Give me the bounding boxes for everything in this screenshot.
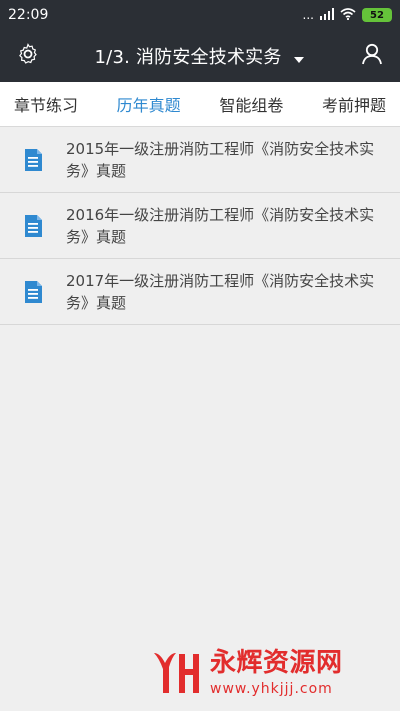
signal-dots-icon: ... bbox=[302, 8, 314, 22]
app-screen: 22:09 ... 52 1/3. 消防安全技术实务 章节练习 历年真题 智能组… bbox=[0, 0, 400, 711]
caret-down-icon bbox=[293, 48, 305, 69]
watermark-title: 永辉资源网 bbox=[210, 648, 343, 678]
list-item[interactable]: 2016年一级注册消防工程师《消防安全技术实务》真题 bbox=[0, 193, 400, 259]
tab-smart-paper[interactable]: 智能组卷 bbox=[219, 82, 283, 126]
list-item[interactable]: 2017年一级注册消防工程师《消防安全技术实务》真题 bbox=[0, 259, 400, 325]
watermark-text: 永辉资源网 www.yhkjjj.com bbox=[210, 650, 343, 696]
user-profile-button[interactable] bbox=[358, 42, 386, 70]
exam-list: 2015年一级注册消防工程师《消防安全技术实务》真题 2016年一级注册消防工程… bbox=[0, 127, 400, 325]
settings-button[interactable] bbox=[14, 42, 42, 70]
cellular-signal-icon bbox=[320, 7, 334, 23]
page-title: 1/3. 消防安全技术实务 bbox=[94, 47, 282, 68]
document-icon bbox=[20, 147, 46, 173]
document-icon bbox=[20, 279, 46, 305]
status-icons: ... 52 bbox=[302, 7, 392, 23]
exam-title: 2015年一级注册消防工程师《消防安全技术实务》真题 bbox=[66, 139, 375, 180]
status-bar: 22:09 ... 52 bbox=[0, 0, 400, 30]
status-time: 22:09 bbox=[8, 7, 49, 23]
watermark-url: www.yhkjjj.com bbox=[210, 681, 333, 697]
course-selector[interactable]: 1/3. 消防安全技术实务 bbox=[42, 43, 358, 69]
list-item[interactable]: 2015年一级注册消防工程师《消防安全技术实务》真题 bbox=[0, 127, 400, 193]
user-icon bbox=[359, 41, 385, 71]
exam-title: 2016年一级注册消防工程师《消防安全技术实务》真题 bbox=[66, 205, 375, 246]
battery-indicator: 52 bbox=[362, 8, 392, 22]
gear-icon bbox=[16, 42, 40, 70]
document-icon bbox=[20, 213, 46, 239]
tab-past-exams[interactable]: 历年真题 bbox=[117, 82, 181, 126]
exam-title: 2017年一级注册消防工程师《消防安全技术实务》真题 bbox=[66, 271, 375, 312]
wifi-icon bbox=[340, 7, 356, 23]
watermark-logo-icon bbox=[148, 645, 204, 701]
tab-chapter-practice[interactable]: 章节练习 bbox=[14, 82, 78, 126]
tab-bar: 章节练习 历年真题 智能组卷 考前押题 bbox=[0, 82, 400, 127]
site-watermark: 永辉资源网 www.yhkjjj.com bbox=[148, 645, 343, 701]
tab-pre-exam-predictions[interactable]: 考前押题 bbox=[322, 82, 386, 126]
app-bar: 1/3. 消防安全技术实务 bbox=[0, 30, 400, 82]
